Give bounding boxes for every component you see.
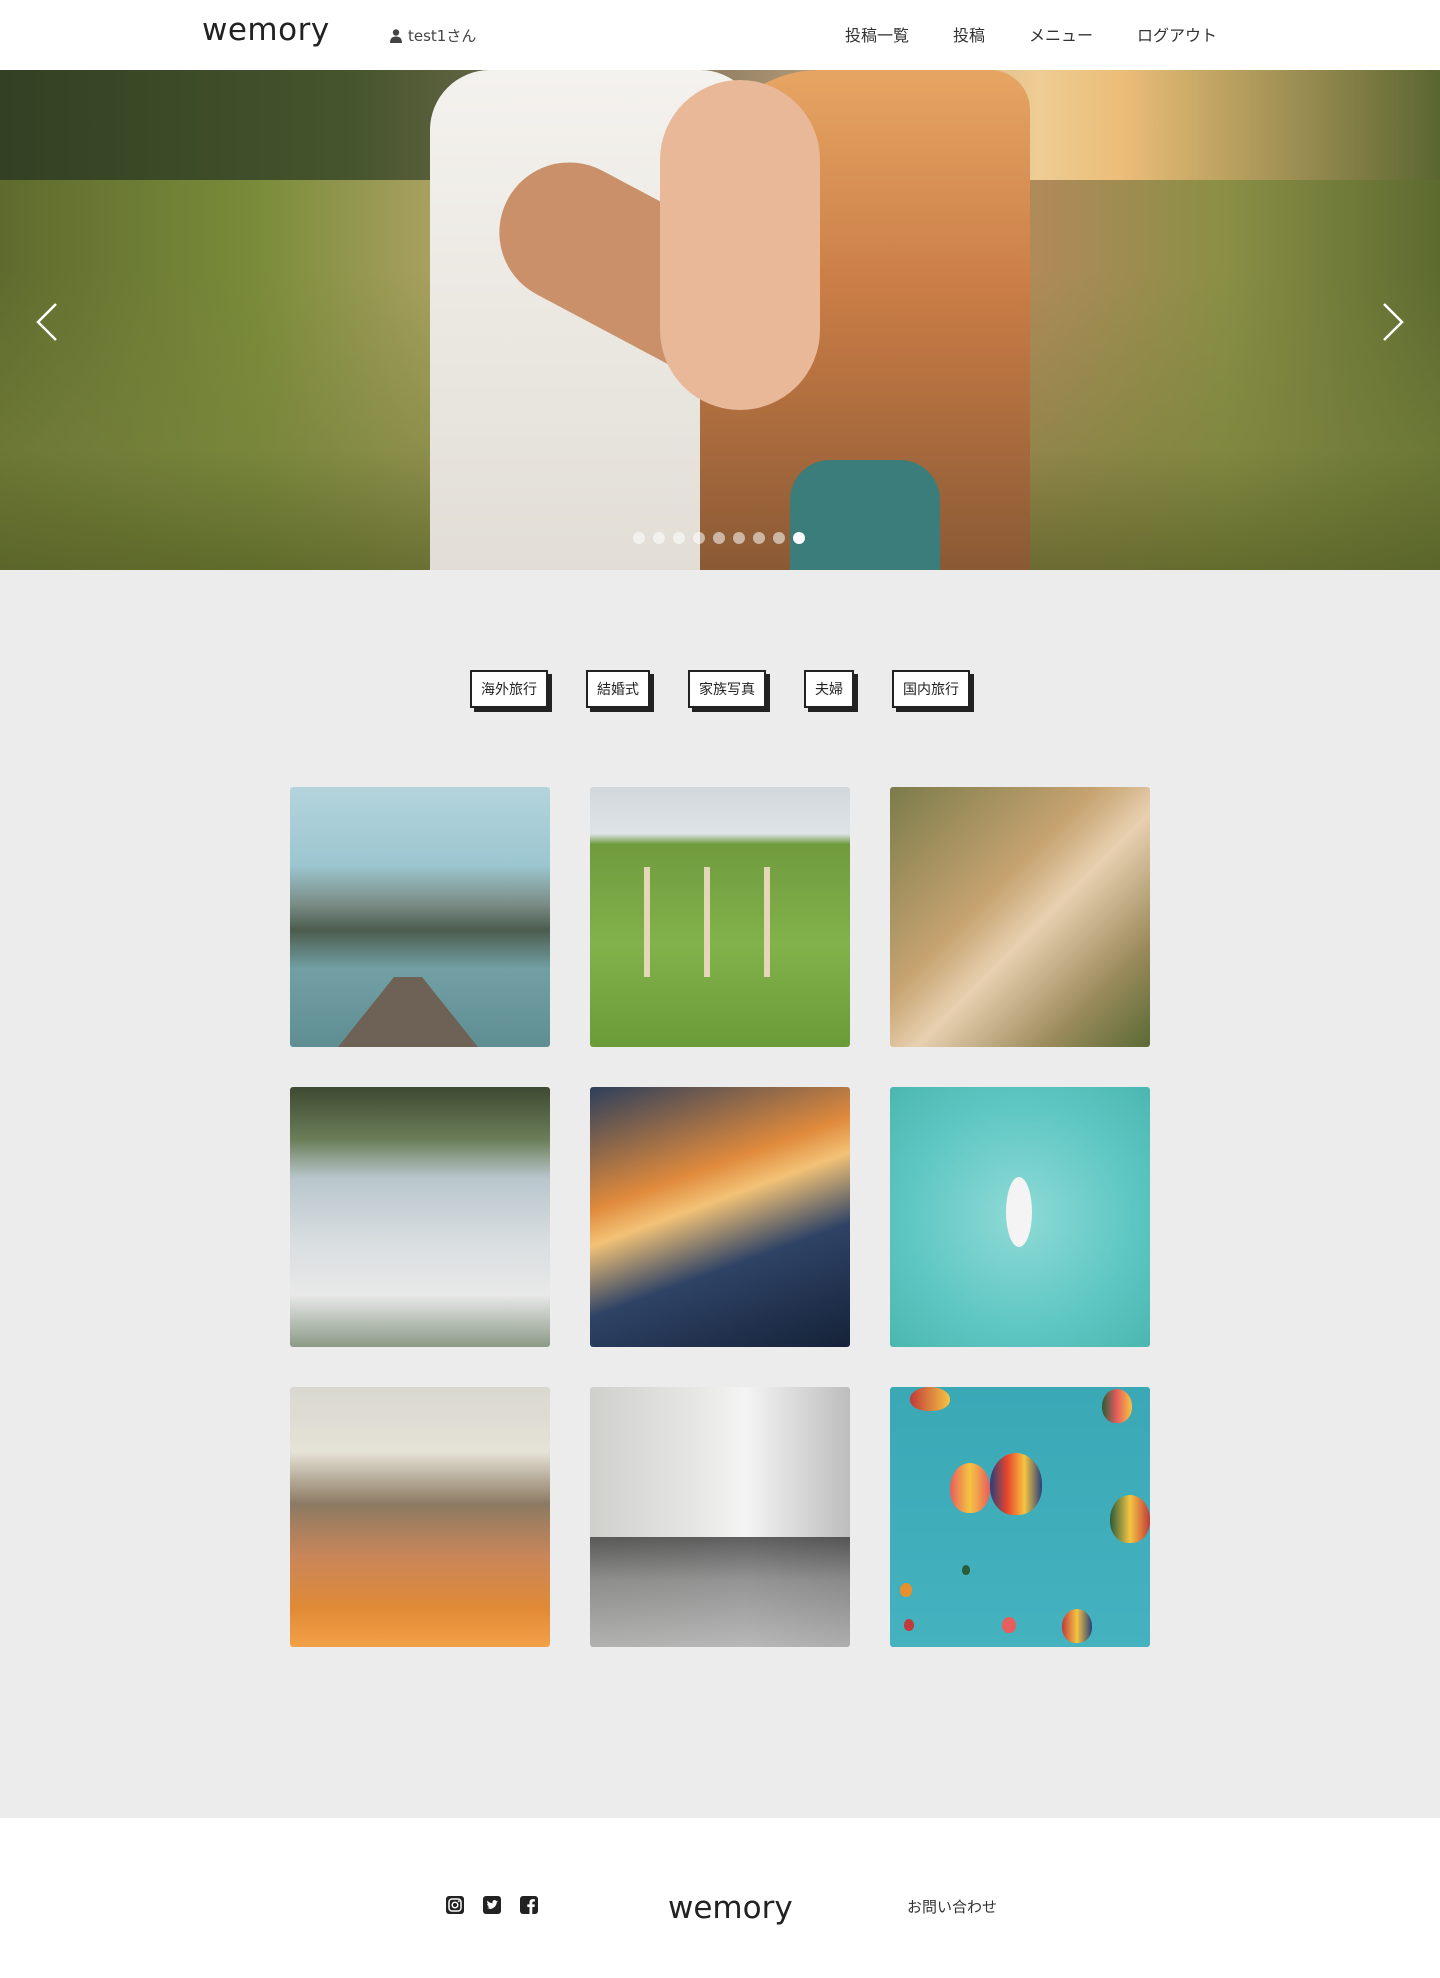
photo-grid (290, 787, 1150, 1647)
carousel-pagination (633, 532, 805, 544)
category-tags: 海外旅行 結婚式 家族写真 夫婦 国内旅行 (0, 670, 1440, 708)
site-footer: wemory お問い合わせ (0, 1818, 1440, 1978)
photo-hot-air-balloons[interactable] (890, 1387, 1150, 1647)
tag-family-photo[interactable]: 家族写真 (688, 670, 766, 708)
carousel-dot[interactable] (733, 532, 745, 544)
contact-link[interactable]: お問い合わせ (907, 1896, 997, 1917)
tag-domestic-travel[interactable]: 国内旅行 (892, 670, 970, 708)
site-logo[interactable]: wemory (202, 12, 330, 48)
photo-wedding-chairs[interactable] (590, 787, 850, 1047)
carousel-prev-button[interactable] (28, 292, 68, 352)
footer-logo[interactable]: wemory (668, 1890, 793, 1926)
photo-horse-carriage[interactable] (590, 1387, 850, 1647)
carousel-dot-active[interactable] (793, 532, 805, 544)
tag-overseas-travel[interactable]: 海外旅行 (470, 670, 548, 708)
nav-logout[interactable]: ログアウト (1137, 22, 1217, 46)
main-nav: 投稿一覧 投稿 メニュー ログアウト (845, 22, 1217, 46)
chevron-left-icon (36, 303, 57, 341)
photo-bride-groom[interactable] (290, 1087, 550, 1347)
chevron-right-icon (1383, 303, 1404, 341)
carousel-dot[interactable] (693, 532, 705, 544)
carousel-dot[interactable] (653, 532, 665, 544)
site-header: wemory test1さん 投稿一覧 投稿 メニュー ログアウト (0, 0, 1440, 70)
photo-lake-dock[interactable] (290, 787, 550, 1047)
carousel-dot[interactable] (753, 532, 765, 544)
carousel-dot[interactable] (773, 532, 785, 544)
nav-menu[interactable]: メニュー (1029, 22, 1093, 46)
twitter-icon[interactable] (483, 1896, 501, 1914)
carousel-next-button[interactable] (1372, 292, 1412, 352)
hero-carousel (0, 70, 1440, 570)
facebook-icon[interactable] (520, 1896, 538, 1914)
photo-family-field[interactable] (890, 787, 1150, 1047)
photo-paddleboard-sea[interactable] (890, 1087, 1150, 1347)
carousel-dot[interactable] (633, 532, 645, 544)
tag-couple[interactable]: 夫婦 (804, 670, 854, 708)
nav-post-list[interactable]: 投稿一覧 (845, 22, 909, 46)
photo-family-flowers[interactable] (290, 1387, 550, 1647)
nav-post[interactable]: 投稿 (953, 22, 985, 46)
tag-wedding[interactable]: 結婚式 (586, 670, 650, 708)
user-name: test1さん (408, 27, 477, 45)
carousel-dot[interactable] (713, 532, 725, 544)
carousel-dot[interactable] (673, 532, 685, 544)
current-user: test1さん (390, 25, 476, 46)
photo-airplane-clouds[interactable] (590, 1087, 850, 1347)
user-icon (390, 28, 402, 43)
social-links (446, 1896, 538, 1914)
instagram-icon[interactable] (446, 1896, 464, 1914)
